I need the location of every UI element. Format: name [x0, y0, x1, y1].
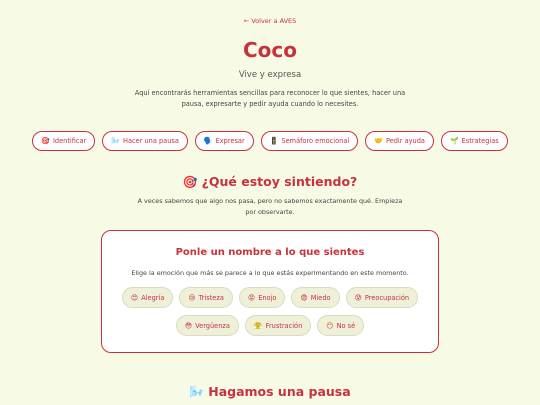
emotion-label: Frustración: [265, 321, 303, 330]
page-subtitle: Vive y expresa: [238, 70, 302, 80]
emotion-label: Alegría: [141, 293, 165, 302]
card-description: Elige la emoción que más se parece a lo …: [131, 269, 409, 277]
intro-text: Aquí encontrarás herramientas sencillas …: [134, 89, 406, 108]
emotion-label: No sé: [336, 321, 356, 330]
crying-face-icon: 😢: [188, 293, 196, 302]
no-mouth-face-icon: 😶: [326, 321, 334, 330]
speaking-head-icon: 🗣️: [203, 137, 213, 145]
emotion-chip-alegria[interactable]: 😊 Alegría: [121, 287, 174, 308]
emotion-label: Preocupación: [364, 293, 410, 302]
section-title-text: ¿Qué estoy sintiendo?: [201, 174, 358, 189]
nav-button-identificar[interactable]: 🎯 Identificar: [32, 131, 96, 151]
flushed-face-icon: 😳: [184, 321, 193, 330]
nav-button-label: Estrategias: [461, 137, 499, 145]
section-title-identificar: 🎯 ¿Qué estoy sintiendo?: [0, 174, 540, 189]
nav-button-label: Pedir ayuda: [385, 137, 425, 145]
nav-button-estrategias[interactable]: 🌱 Estrategias: [440, 131, 508, 151]
fearful-face-icon: 😨: [300, 293, 308, 302]
section-description: A veces sabemos que algo nos pasa, pero …: [137, 197, 403, 216]
section-title-pausa: 🌬️ Hagamos una pausa: [0, 384, 540, 399]
emotion-label: Miedo: [310, 293, 331, 302]
nav-button-expresar[interactable]: 🗣️ Expresar: [194, 131, 254, 151]
emotion-chip-verguenza[interactable]: 😳 Vergüenza: [175, 315, 239, 336]
emotion-row: 😊 Alegría 😢 Tristeza 😡 Enojo 😨 Miedo 😰 P…: [102, 287, 438, 308]
section-nav: 🎯 Identificar 🌬️ Hacer una pausa 🗣️ Expr…: [0, 131, 540, 151]
emotion-row: 😳 Vergüenza 😤 Frustración 😶 No sé: [102, 315, 438, 336]
nav-button-label: Semáforo emocional: [281, 137, 350, 145]
emotion-chip-enojo[interactable]: 😡 Enojo: [238, 287, 286, 308]
emotion-chip-miedo[interactable]: 😨 Miedo: [291, 287, 340, 308]
nav-button-label: Hacer una pausa: [123, 137, 179, 145]
back-link-container: ← Volver a AVES: [0, 17, 540, 25]
traffic-light-icon: 🚦: [269, 137, 279, 145]
emotion-chip-frustracion[interactable]: 😤 Frustración: [244, 315, 312, 336]
emotion-label: Tristeza: [198, 293, 224, 302]
nav-button-label: Identificar: [52, 137, 87, 145]
target-icon: 🎯: [41, 137, 50, 145]
back-link[interactable]: ← Volver a AVES: [244, 17, 297, 25]
nav-button-ayuda[interactable]: 🤝 Pedir ayuda: [365, 131, 434, 151]
page-title: Coco: [242, 38, 297, 62]
handshake-icon: 🤝: [374, 137, 383, 145]
angry-face-icon: 😡: [247, 293, 256, 302]
wind-icon: 🌬️: [189, 385, 205, 399]
card-title: Ponle un nombre a lo que sientes: [175, 247, 365, 258]
emotion-chip-tristeza[interactable]: 😢 Tristeza: [179, 287, 233, 308]
emotion-card: Ponle un nombre a lo que sientes Elige l…: [101, 230, 439, 353]
anxious-face-icon: 😰: [354, 293, 362, 302]
target-icon: 🎯: [182, 175, 198, 189]
nav-button-pausa[interactable]: 🌬️ Hacer una pausa: [102, 131, 188, 151]
wind-icon: 🌬️: [111, 137, 121, 145]
nav-button-semaforo[interactable]: 🚦 Semáforo emocional: [260, 131, 359, 151]
smiling-face-icon: 😊: [130, 293, 139, 302]
huffing-face-icon: 😤: [253, 321, 263, 330]
nav-button-label: Expresar: [215, 137, 245, 145]
emotion-label: Enojo: [258, 293, 277, 302]
section-title-text: Hagamos una pausa: [208, 384, 351, 399]
seedling-icon: 🌱: [449, 137, 459, 145]
emotion-chip-preocupacion[interactable]: 😰 Preocupación: [345, 287, 419, 308]
emotion-chip-no-se[interactable]: 😶 No sé: [317, 315, 365, 336]
emotion-label: Vergüenza: [195, 321, 230, 330]
